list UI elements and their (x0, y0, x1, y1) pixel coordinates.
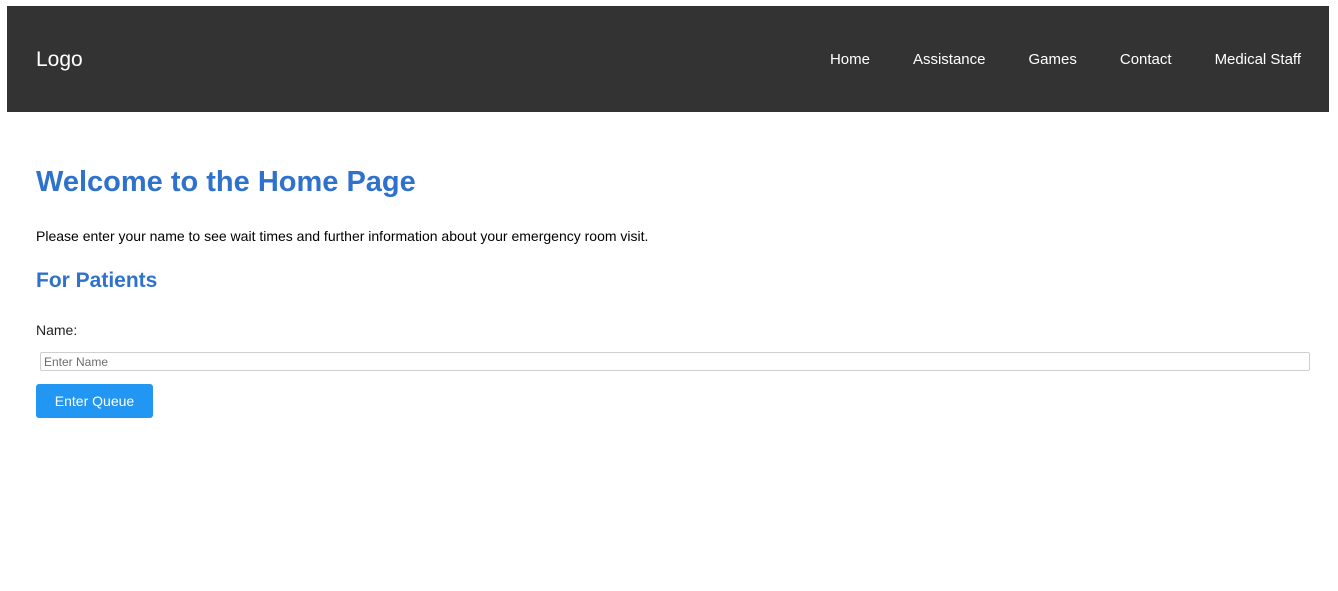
name-input[interactable] (40, 352, 1310, 371)
enter-queue-button[interactable]: Enter Queue (36, 384, 153, 418)
patients-section-title: For Patients (36, 269, 158, 292)
intro-text: Please enter your name to see wait times… (36, 228, 649, 244)
nav-link-contact[interactable]: Contact (1120, 52, 1172, 67)
main-navigation: Home Assistance Games Contact Medical St… (830, 52, 1301, 67)
logo[interactable]: Logo (36, 49, 83, 70)
page-title: Welcome to the Home Page (36, 166, 416, 198)
top-navigation-bar: Logo Home Assistance Games Contact Medic… (7, 6, 1329, 112)
nav-link-games[interactable]: Games (1029, 52, 1077, 67)
name-label: Name: (36, 322, 78, 338)
nav-link-home[interactable]: Home (830, 52, 870, 67)
page: Logo Home Assistance Games Contact Medic… (0, 0, 1338, 591)
nav-link-medical-staff[interactable]: Medical Staff (1215, 52, 1301, 67)
nav-link-assistance[interactable]: Assistance (913, 52, 986, 67)
